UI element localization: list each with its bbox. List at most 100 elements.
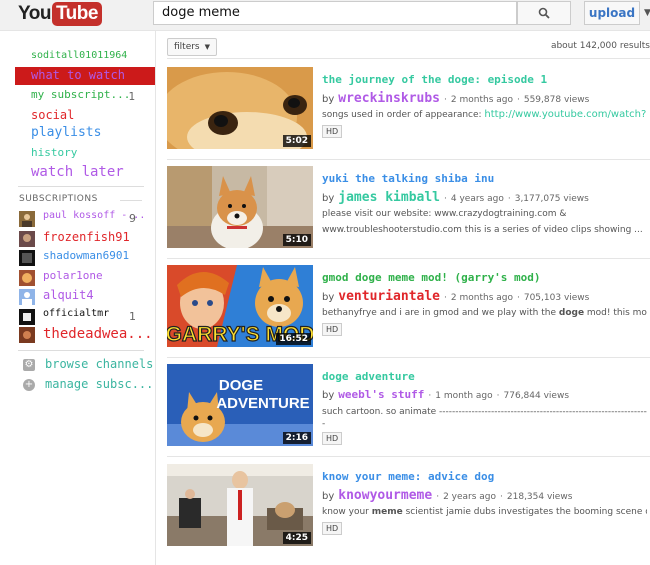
subscription-label: officialtmr [43, 308, 110, 319]
duration-badge: 5:02 [282, 135, 311, 147]
result-divider [167, 357, 650, 358]
description-highlight: meme [371, 507, 403, 517]
sidebar-item-label: my subscript... [31, 88, 131, 101]
video-title-link[interactable]: know your meme: advice dog [322, 470, 494, 483]
meta-separator: · [444, 95, 447, 105]
description-line: www.troubleshooterstudio.com this is a s… [322, 225, 643, 235]
avatar [19, 231, 35, 247]
subscription-item[interactable]: officialtmr 1 [19, 308, 149, 326]
subscription-item[interactable]: polar1one [19, 269, 149, 287]
subscription-label: frozenfish91 [43, 230, 130, 244]
video-thumbnail[interactable]: GARRY'S MOD 16:52 [167, 265, 313, 347]
duration-badge: 16:52 [276, 333, 311, 345]
youtube-logo[interactable]: You Tube [18, 2, 102, 26]
browse-channels-link[interactable]: ⚙ browse channels [19, 357, 153, 375]
duration-badge: 2:16 [282, 432, 311, 444]
filters-dropdown[interactable]: filters ▼ [167, 38, 218, 56]
sidebar-item-my-subscriptions[interactable]: my subscript... 1 [0, 88, 155, 106]
meta-separator: · [496, 391, 500, 401]
logo-tube-text: Tube [51, 2, 102, 26]
avatar [19, 289, 35, 305]
description-link[interactable]: http://www.youtube.com/watch?... [484, 109, 647, 120]
by-label: by [322, 390, 335, 401]
channel-link[interactable]: knowyourmeme [338, 488, 432, 503]
search-input[interactable]: doge meme [153, 1, 517, 25]
by-label: by [322, 292, 335, 303]
channel-link[interactable]: weebl's stuff [338, 388, 424, 401]
sidebar-item-label: what to watch [31, 68, 125, 82]
result-item: 5:10 yuki the talking shiba inu by james… [167, 166, 650, 254]
channel-link[interactable]: wreckinskrubs [338, 91, 440, 106]
meta-separator: · [436, 492, 440, 502]
channel-link[interactable]: venturiantale [338, 289, 440, 304]
subscription-item[interactable]: frozenfish91 [19, 230, 149, 248]
video-description: songs used in order of appearance: http:… [322, 107, 647, 123]
description-text: bethanyfrye and i are in gmod and we pla… [322, 308, 559, 318]
result-item: GARRY'S MOD 16:52 gmod doge meme mod! (g… [167, 265, 650, 353]
sidebar-item-history[interactable]: history [0, 146, 155, 164]
by-label: by [322, 193, 335, 204]
search-icon [538, 7, 550, 19]
duration-badge: 4:25 [282, 532, 311, 544]
video-title-link[interactable]: gmod doge meme mod! (garry's mod) [322, 271, 541, 284]
video-meta: by wreckinskrubs · 2 months ago · 559,87… [322, 91, 589, 106]
by-label: by [322, 491, 335, 502]
avatar [19, 309, 35, 325]
video-title-link[interactable]: doge adventure [322, 370, 415, 383]
subscription-label: polar1one [43, 269, 103, 282]
description-highlight: doge [558, 308, 585, 318]
description-text: mod! this mod i... [586, 308, 647, 318]
video-thumbnail[interactable]: 5:02 [167, 67, 313, 149]
upload-age: 2 months ago [450, 293, 513, 303]
sidebar-username[interactable]: soditall01011964 [0, 50, 155, 68]
video-meta: by venturiantale · 2 months ago · 705,10… [322, 289, 589, 304]
search-button[interactable] [517, 1, 571, 25]
result-divider [167, 258, 650, 259]
result-item: 5:02 the journey of the doge: episode 1 … [167, 67, 650, 155]
subscription-label: shadowman6901 [43, 249, 130, 262]
description-line: - [322, 419, 326, 429]
subscription-label: thedeadwea... [43, 326, 153, 342]
thumbnail-caption: ADVENTURE [216, 395, 309, 412]
logo-you-text: You [18, 3, 51, 24]
avatar [19, 270, 35, 286]
channel-link[interactable]: james kimball [338, 190, 440, 205]
description-text: know your [322, 507, 372, 517]
sidebar-item-label: playlists [31, 125, 102, 140]
upload-age: 2 months ago [450, 95, 513, 105]
video-title-link[interactable]: yuki the talking shiba inu [322, 172, 494, 185]
video-meta: by james kimball · 4 years ago · 3,177,0… [322, 190, 589, 205]
sidebar-item-playlists[interactable]: playlists [0, 125, 155, 143]
hd-badge: HD [322, 432, 343, 445]
meta-separator: · [500, 492, 503, 502]
subscription-item[interactable]: shadowman6901 [19, 249, 149, 267]
upload-button[interactable]: upload [584, 1, 640, 25]
video-description: bethanyfrye and i are in gmod and we pla… [322, 305, 647, 321]
subscription-item[interactable]: thedeadwea... [19, 326, 153, 344]
sidebar-item-watch-later[interactable]: watch later [0, 164, 155, 182]
subscription-item[interactable]: alquit4 [19, 288, 149, 306]
meta-separator: · [516, 95, 520, 105]
guide-sidebar: soditall01011964 what to watch my subscr… [0, 30, 156, 565]
sidebar-item-social[interactable]: social [0, 108, 155, 126]
video-title-link[interactable]: the journey of the doge: episode 1 [322, 73, 547, 86]
subscriptions-heading: SUBSCRIPTIONS [19, 194, 98, 204]
subscription-count: 9 [129, 212, 136, 225]
sidebar-item-what-to-watch[interactable]: what to watch [15, 67, 155, 85]
manage-subscriptions-link[interactable]: + manage subsc... [19, 377, 153, 395]
video-thumbnail[interactable]: 4:25 [167, 464, 313, 546]
video-thumbnail[interactable]: DOGE ADVENTURE 2:16 [167, 364, 313, 446]
gear-icon: ⚙ [23, 359, 35, 371]
meta-separator: · [444, 194, 447, 204]
hd-badge: HD [322, 323, 343, 336]
chevron-down-icon: ▼ [204, 43, 211, 51]
subscription-item[interactable]: paul kossoff -... 9 [19, 210, 149, 228]
meta-separator: · [444, 293, 447, 303]
result-item: DOGE ADVENTURE 2:16 doge adventure by we… [167, 364, 650, 452]
upload-menu-chevron-icon[interactable]: ▼ [644, 8, 650, 18]
video-thumbnail[interactable]: 5:10 [167, 166, 313, 248]
hd-badge: HD [322, 522, 343, 535]
duration-badge: 5:10 [282, 234, 311, 246]
description-text: scientist jamie dubs investigates the bo… [402, 507, 647, 517]
masthead: You Tube doge meme upload ▼ [0, 0, 650, 31]
